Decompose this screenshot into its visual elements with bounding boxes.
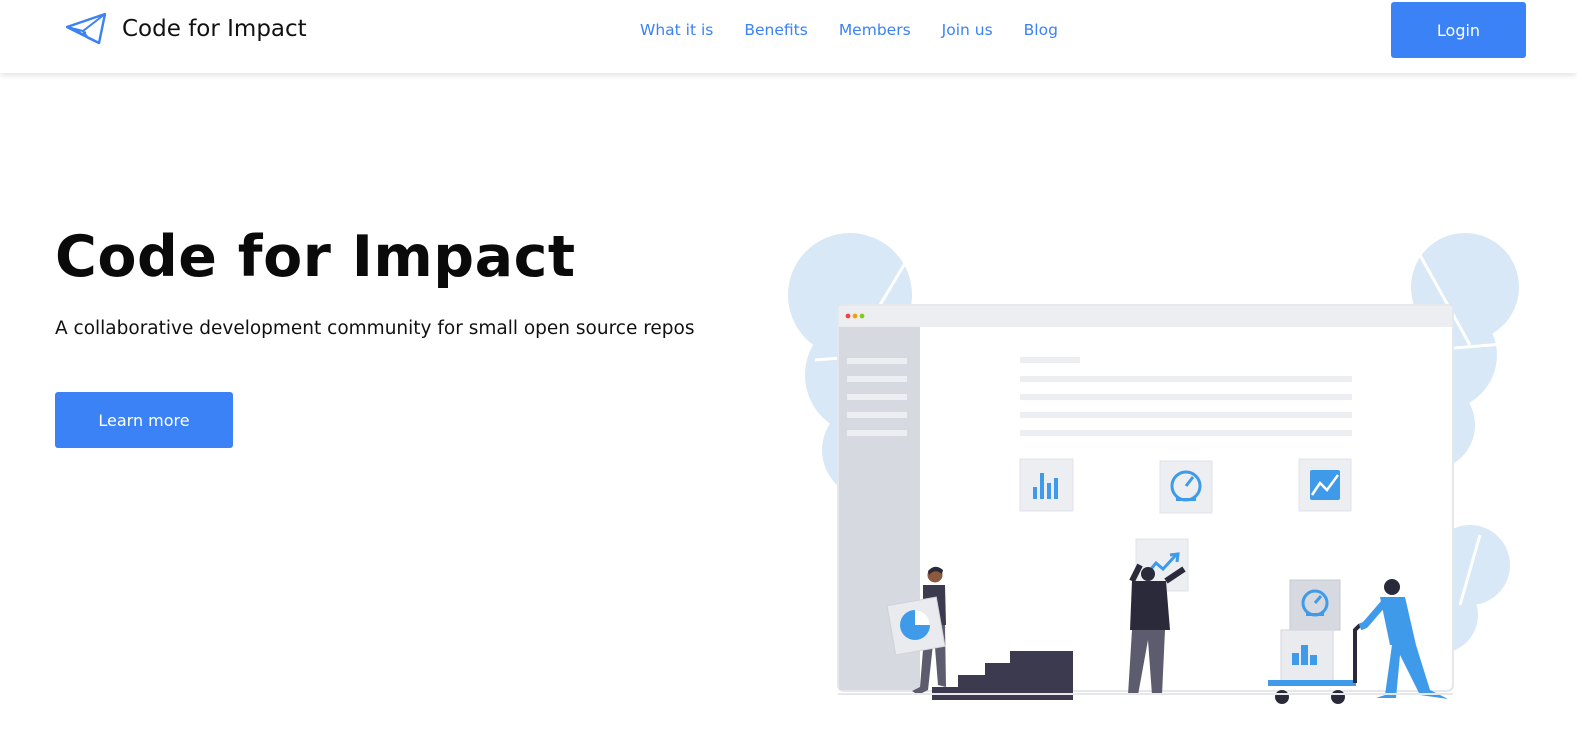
window-close-dot — [845, 313, 851, 319]
browser-titlebar — [839, 306, 1452, 327]
ground-line — [838, 693, 1453, 695]
window-maximize-dot — [859, 313, 865, 319]
brand-logo[interactable]: Code for Impact — [66, 12, 307, 46]
nav-link-blog[interactable]: Blog — [1024, 20, 1058, 40]
nav-link-what-it-is[interactable]: What it is — [640, 20, 713, 40]
hero-title: Code for Impact — [55, 224, 576, 290]
login-button[interactable]: Login — [1391, 2, 1526, 58]
main-nav: What it is Benefits Members Join us Blog — [640, 20, 1089, 40]
learn-more-button[interactable]: Learn more — [55, 392, 233, 448]
dashboard-illustration — [788, 233, 1519, 704]
nav-link-join-us[interactable]: Join us — [942, 20, 993, 40]
bar-chart-widget — [1019, 458, 1074, 512]
nav-link-members[interactable]: Members — [839, 20, 911, 40]
hero-subtitle: A collaborative development community fo… — [55, 318, 695, 339]
nav-link-benefits[interactable]: Benefits — [744, 20, 807, 40]
line-chart-widget — [1298, 458, 1352, 512]
window-minimize-dot — [852, 313, 858, 319]
paper-plane-icon — [66, 12, 106, 45]
brand-name: Code for Impact — [122, 16, 307, 42]
gauge-widget — [1159, 460, 1213, 514]
top-navbar: Code for Impact What it is Benefits Memb… — [0, 0, 1577, 73]
